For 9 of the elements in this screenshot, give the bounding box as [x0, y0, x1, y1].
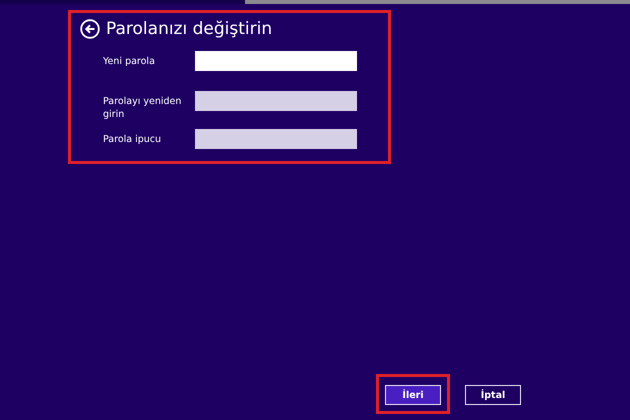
- next-button[interactable]: İleri: [385, 385, 441, 405]
- password-field[interactable]: [195, 91, 357, 112]
- field-label: Parola ipucu: [103, 132, 162, 146]
- field-label: Yeni parola: [103, 55, 156, 68]
- password-field[interactable]: [195, 51, 357, 71]
- password-field[interactable]: [195, 128, 357, 149]
- cancel-button[interactable]: İptal: [465, 385, 521, 405]
- page-title: Parolanızı değiştirin: [106, 19, 272, 39]
- field-label: Parolayı yeniden girin: [103, 95, 182, 122]
